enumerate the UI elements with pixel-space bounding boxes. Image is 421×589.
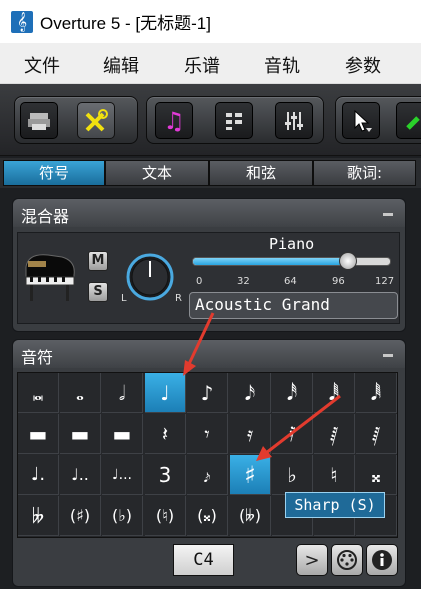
- solo-button[interactable]: S: [88, 282, 108, 302]
- score-view-button[interactable]: [20, 102, 58, 139]
- courtesy-double-flat-button[interactable]: (𝄫): [230, 496, 271, 536]
- eighth-note[interactable]: ♪: [187, 373, 228, 413]
- volume-thumb[interactable]: [339, 252, 358, 270]
- slider-tick: 127: [375, 276, 395, 287]
- pan-left-label: L: [121, 293, 127, 304]
- double-sharp-button[interactable]: 𝄪: [356, 455, 397, 495]
- sharp-button[interactable]: ♯: [230, 455, 271, 495]
- volume-slider[interactable]: [192, 252, 391, 270]
- eighth-rest[interactable]: 𝄾: [187, 414, 228, 454]
- mixer-channel: M S L R Piano 0 32 64 96 127 Acoustic Gr…: [17, 232, 400, 324]
- triple-dotted-note[interactable]: ♩...: [102, 455, 143, 495]
- collapse-icon[interactable]: [383, 354, 393, 357]
- sharp-tooltip: Sharp (S): [285, 492, 385, 518]
- toolbar-group-windows: ♫: [146, 96, 324, 144]
- thirty-second-note[interactable]: 𝅘𝅥𝅰: [272, 373, 313, 413]
- tab-text[interactable]: 文本: [105, 160, 209, 186]
- hundred-twenty-eighth-note[interactable]: 𝅘𝅥𝅱: [356, 373, 397, 413]
- accent-button[interactable]: >: [296, 544, 328, 576]
- midi-button[interactable]: [331, 544, 363, 576]
- menu-score[interactable]: 乐谱: [184, 52, 220, 78]
- instrument-name: Piano: [269, 235, 315, 253]
- half-note[interactable]: 𝅗𝅥: [102, 373, 143, 413]
- volume-fill: [193, 258, 349, 265]
- overture-app-icon: 𝄞: [11, 10, 33, 33]
- toolbar: ♫: [0, 84, 421, 156]
- patch-field[interactable]: Acoustic Grand: [189, 292, 398, 319]
- tools-button[interactable]: [77, 102, 115, 139]
- dotted-note[interactable]: ♩.: [18, 455, 59, 495]
- sixteenth-note[interactable]: 𝅘𝅥𝅯: [230, 373, 271, 413]
- menu-edit[interactable]: 编辑: [103, 52, 139, 78]
- select-tool-button[interactable]: [342, 102, 380, 139]
- breve-rest[interactable]: ▬: [18, 414, 59, 454]
- sixteenth-rest[interactable]: 𝄿: [230, 414, 271, 454]
- title-bar: 𝄞 Overture 5 - [无标题-1]: [0, 0, 421, 43]
- toolbar-group-edit: [335, 96, 421, 144]
- info-icon: [372, 550, 392, 570]
- pan-right-label: R: [175, 293, 182, 304]
- sixty-fourth-note[interactable]: 𝅘𝅥𝅱: [314, 373, 355, 413]
- notes-panel-header: 音符: [13, 340, 405, 368]
- tab-symbols[interactable]: 符号: [3, 160, 105, 186]
- tools-icon: [85, 108, 108, 131]
- slider-tick: 32: [237, 276, 250, 287]
- triplet-button[interactable]: 3: [145, 455, 186, 495]
- palette-tabs: 符号 文本 和弦 歌词:: [0, 158, 421, 188]
- half-rest[interactable]: ▬: [102, 414, 143, 454]
- mixer-title: 混合器: [21, 207, 70, 226]
- window-title: Overture 5 - [无标题-1]: [40, 14, 211, 33]
- tab-chords[interactable]: 和弦: [209, 160, 313, 186]
- menu-track[interactable]: 音轨: [264, 52, 300, 78]
- courtesy-sharp-button[interactable]: (♯): [60, 496, 101, 536]
- grace-note[interactable]: 𝆔: [187, 455, 228, 495]
- mute-button[interactable]: M: [88, 251, 108, 271]
- menu-parameters[interactable]: 参数: [345, 52, 381, 78]
- info-button[interactable]: [366, 544, 398, 576]
- notes-title: 音符: [21, 348, 54, 367]
- quarter-rest[interactable]: 𝄽: [145, 414, 186, 454]
- mixer-panel-header: 混合器: [13, 199, 405, 227]
- courtesy-flat-button[interactable]: (♭): [102, 496, 143, 536]
- pencil-tool-button[interactable]: [396, 102, 421, 139]
- accent-icon: >: [304, 549, 320, 571]
- double-flat-button[interactable]: 𝄫: [18, 496, 59, 536]
- grand-piano-icon: [25, 254, 75, 301]
- hundred-twenty-eighth-rest[interactable]: 𝅁: [356, 414, 397, 454]
- thirty-second-rest[interactable]: 𝅀: [272, 414, 313, 454]
- toolbar-group-view: [14, 96, 138, 144]
- tab-lyrics[interactable]: 歌词:: [313, 160, 416, 186]
- slider-tick: 64: [284, 276, 297, 287]
- courtesy-double-sharp-button[interactable]: (𝄪): [187, 496, 228, 536]
- pencil-icon: [406, 115, 420, 130]
- pitch-display[interactable]: C4: [173, 544, 234, 576]
- quarter-note[interactable]: ♩: [145, 373, 186, 413]
- pan-knob[interactable]: [124, 251, 176, 303]
- mixer-button[interactable]: [275, 102, 313, 139]
- track-sheet-button[interactable]: [215, 102, 253, 139]
- palette-button[interactable]: ♫: [155, 102, 193, 139]
- arrow-cursor-icon: [354, 109, 372, 132]
- whole-rest[interactable]: ▬: [60, 414, 101, 454]
- midi-port-icon: [337, 550, 357, 570]
- music-note-icon: ♫: [163, 106, 185, 135]
- mixer-sliders-icon: [285, 111, 303, 130]
- double-dotted-note[interactable]: ♩..: [60, 455, 101, 495]
- menu-bar: 文件 编辑 乐谱 音轨 参数: [0, 43, 421, 84]
- collapse-icon[interactable]: [383, 213, 393, 216]
- courtesy-natural-button[interactable]: (♮): [145, 496, 186, 536]
- sixty-fourth-rest[interactable]: 𝅁: [314, 414, 355, 454]
- printer-icon: [28, 112, 50, 130]
- list-icon: [226, 112, 242, 130]
- natural-button[interactable]: ♮: [314, 455, 355, 495]
- flat-button[interactable]: ♭: [272, 455, 313, 495]
- slider-tick: 96: [332, 276, 345, 287]
- menu-file[interactable]: 文件: [24, 52, 60, 78]
- slider-tick: 0: [196, 276, 203, 287]
- breve-note[interactable]: 𝅜: [18, 373, 59, 413]
- whole-note[interactable]: 𝅝: [60, 373, 101, 413]
- mixer-panel: 混合器 M S L R Piano 0 32 64 96 127 Acousti…: [12, 198, 406, 332]
